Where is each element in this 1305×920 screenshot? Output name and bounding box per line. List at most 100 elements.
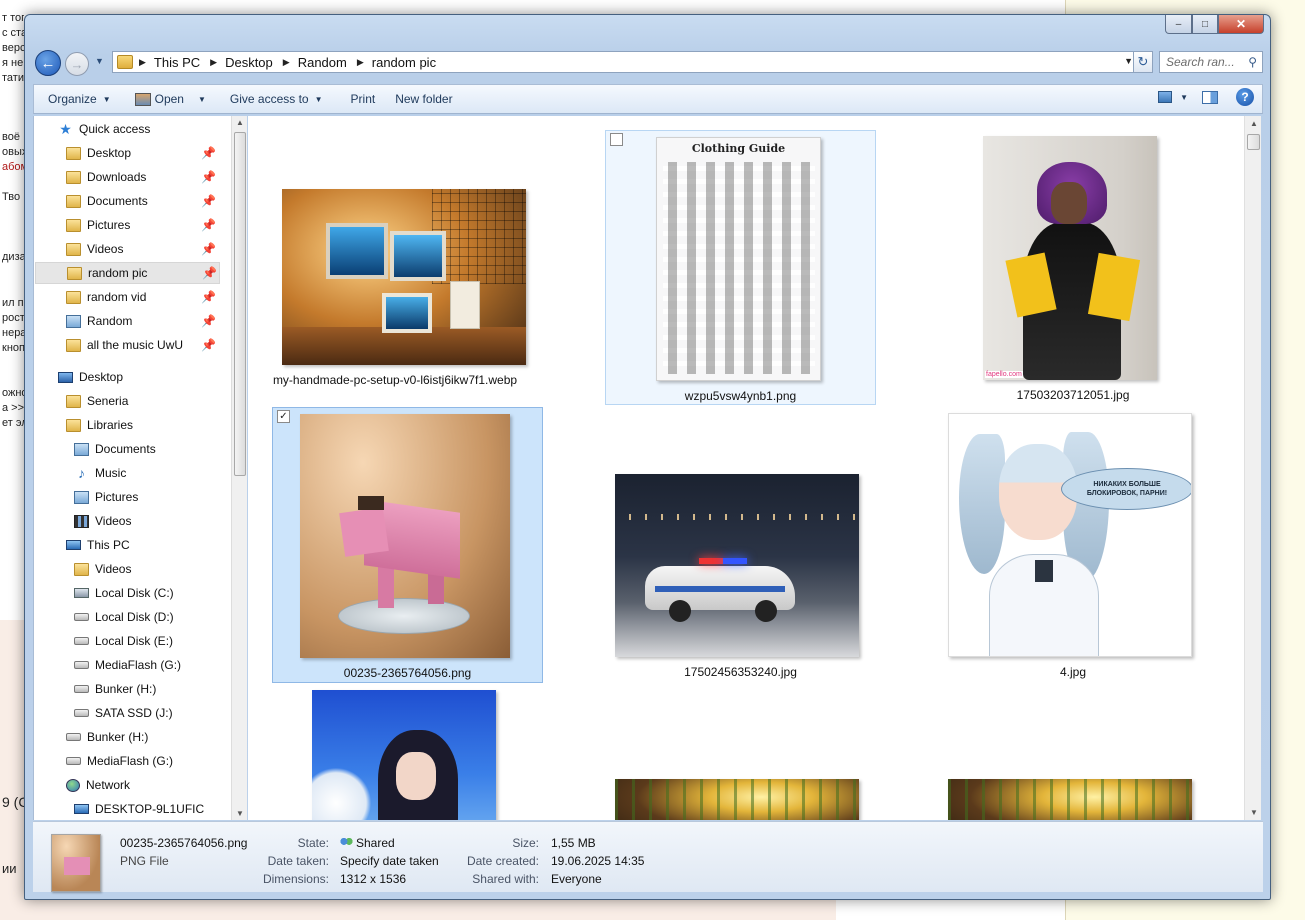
give-access-button[interactable]: Give access to ▼ [222, 87, 331, 111]
details-date-taken-value[interactable]: Specify date taken [340, 854, 439, 868]
nav-item-local-disk-e[interactable]: Local Disk (E:) [74, 630, 173, 652]
nav-item-random-vid[interactable]: random vid 📌 [66, 286, 218, 308]
pin-icon[interactable]: 📌 [201, 194, 216, 208]
thumb-detail [64, 857, 90, 875]
nav-item-all-the-music[interactable]: all the music UwU 📌 [66, 334, 218, 356]
nav-item-lib-videos[interactable]: Videos [74, 510, 131, 532]
scroll-up-icon[interactable]: ▲ [236, 118, 244, 127]
address-dropdown-icon[interactable]: ▼ [1124, 56, 1133, 66]
documents-folder-icon [66, 194, 81, 208]
breadcrumb-separator-icon[interactable]: ▶ [357, 57, 364, 68]
view-options-dropdown[interactable]: ▼ [1180, 93, 1188, 102]
nav-item-this-pc[interactable]: This PC [66, 534, 130, 556]
nav-item-videos[interactable]: Videos 📌 [66, 238, 218, 260]
nav-item-sata-ssd-j[interactable]: SATA SSD (J:) [74, 702, 173, 724]
nav-quick-access[interactable]: ★ Quick access [58, 118, 150, 140]
breadcrumb-random[interactable]: Random ▶ [298, 55, 372, 70]
print-button[interactable]: Print [343, 87, 384, 111]
scroll-down-icon[interactable]: ▼ [1250, 808, 1258, 817]
file-tile[interactable] [605, 685, 876, 820]
nav-item-random-pic[interactable]: random pic 📌 [35, 262, 220, 284]
selection-checkbox[interactable] [610, 133, 623, 146]
nav-item-local-disk-c[interactable]: Local Disk (C:) [74, 582, 174, 604]
nav-item-lib-music[interactable]: ♪ Music [74, 462, 126, 484]
forward-button[interactable]: → [65, 52, 89, 76]
nav-item-seneria[interactable]: Seneria [66, 390, 128, 412]
change-view-icon[interactable] [1158, 91, 1173, 103]
selection-checkbox-checked[interactable]: ✓ [277, 410, 290, 423]
nav-item-downloads[interactable]: Downloads 📌 [66, 166, 218, 188]
close-button[interactable]: ✕ [1218, 15, 1264, 34]
file-tile[interactable]: fapello.com 17503203712051.jpg [938, 130, 1208, 405]
open-button[interactable]: Open ▼ [127, 87, 214, 111]
help-icon[interactable]: ? [1236, 88, 1254, 106]
breadcrumb-separator-icon[interactable]: ▶ [210, 57, 217, 68]
breadcrumb-separator-icon[interactable]: ▶ [283, 57, 290, 68]
address-bar[interactable]: ▶ This PC ▶ Desktop ▶ Random ▶ random pic ▼ [112, 51, 1138, 73]
nav-item-libraries[interactable]: Libraries [66, 414, 133, 436]
pin-icon[interactable]: 📌 [201, 242, 216, 256]
nav-item-local-disk-d[interactable]: Local Disk (D:) [74, 606, 174, 628]
nav-desktop[interactable]: Desktop [58, 366, 123, 388]
nav-item-network-pc[interactable]: DESKTOP-9L1UFIC [74, 798, 204, 820]
breadcrumb-this-pc[interactable]: This PC ▶ [154, 55, 225, 70]
scrollbar-thumb[interactable] [234, 132, 246, 476]
new-folder-button[interactable]: New folder [387, 87, 460, 111]
folder-icon [117, 55, 133, 69]
refresh-button[interactable]: ↻ [1133, 51, 1153, 73]
nav-item-documents[interactable]: Documents 📌 [66, 190, 218, 212]
file-tile[interactable]: my-handmade-pc-setup-v0-l6istj6ikw7f1.we… [260, 182, 530, 394]
breadcrumb-separator-icon[interactable]: ▶ [139, 57, 146, 68]
chevron-down-icon[interactable]: ▼ [198, 95, 206, 104]
navigation-scrollbar[interactable]: ▲ ▼ [231, 116, 247, 820]
star-icon: ★ [59, 120, 72, 137]
navigation-pane: ★ Quick access Desktop 📌 Downloads 📌 Docume… [33, 116, 231, 820]
pin-icon[interactable]: 📌 [201, 338, 216, 352]
nav-item-bunker-h[interactable]: Bunker (H:) [74, 678, 156, 700]
search-icon[interactable]: ⚲ [1248, 55, 1257, 69]
bg-text-line: Тво [2, 191, 21, 203]
file-tile[interactable]: 17502456353240.jpg [605, 407, 876, 683]
pin-icon[interactable]: 📌 [201, 290, 216, 304]
file-tile-selected[interactable]: ✓ 00235-2365764056.png [272, 407, 543, 683]
content-scrollbar[interactable]: ▲ ▼ [1244, 116, 1261, 820]
scroll-up-icon[interactable]: ▲ [1250, 119, 1258, 128]
pin-icon[interactable]: 📌 [201, 314, 216, 328]
file-tile[interactable] [938, 685, 1208, 820]
organize-button[interactable]: Organize ▼ [40, 87, 119, 111]
breadcrumb-random-pic[interactable]: random pic [372, 55, 436, 70]
nav-item-network[interactable]: Network [66, 774, 130, 796]
nav-label: Random [87, 314, 133, 328]
file-tile[interactable]: Clothing Guide wzpu5vsw4ynb1.png [605, 130, 876, 405]
file-tile[interactable] [272, 685, 543, 820]
nav-item-bunker[interactable]: Bunker (H:) [66, 726, 148, 748]
scrollbar-thumb[interactable] [1247, 134, 1260, 150]
file-tile[interactable]: НИКАКИХ БОЛЬШЕ БЛОКИРОВОК, ПАРНИ! 4.jpg [938, 407, 1208, 683]
nav-item-lib-pictures[interactable]: Pictures [74, 486, 138, 508]
file-view: my-handmade-pc-setup-v0-l6istj6ikw7f1.we… [248, 116, 1244, 820]
nav-item-desktop[interactable]: Desktop 📌 [66, 142, 218, 164]
pin-icon[interactable]: 📌 [201, 218, 216, 232]
pin-icon[interactable]: 📌 [201, 146, 216, 160]
nav-item-random[interactable]: Random 📌 [66, 310, 218, 332]
nav-item-mediaflash[interactable]: MediaFlash (G:) [66, 750, 173, 772]
minimize-button[interactable]: – [1165, 15, 1192, 34]
recent-locations-dropdown[interactable]: ▼ [95, 56, 104, 66]
thumb-detail [338, 598, 470, 634]
nav-item-lib-documents[interactable]: Documents [74, 438, 156, 460]
search-input[interactable]: Search ran... ⚲ [1159, 51, 1263, 73]
nav-label: DESKTOP-9L1UFIC [95, 802, 205, 816]
pin-icon[interactable]: 📌 [202, 266, 217, 280]
file-name: 17502456353240.jpg [684, 665, 797, 679]
back-button[interactable]: ← [35, 50, 61, 76]
folder-icon [66, 338, 81, 352]
nav-item-pc-videos[interactable]: Videos [74, 558, 131, 580]
nav-item-pictures[interactable]: Pictures 📌 [66, 214, 218, 236]
scroll-down-icon[interactable]: ▼ [236, 809, 244, 818]
nav-label: Music [95, 466, 127, 480]
pin-icon[interactable]: 📌 [201, 170, 216, 184]
breadcrumb-desktop[interactable]: Desktop ▶ [225, 55, 298, 70]
preview-pane-icon[interactable] [1202, 90, 1218, 104]
maximize-button[interactable]: □ [1192, 15, 1218, 34]
nav-item-mediaflash-g[interactable]: MediaFlash (G:) [74, 654, 181, 676]
